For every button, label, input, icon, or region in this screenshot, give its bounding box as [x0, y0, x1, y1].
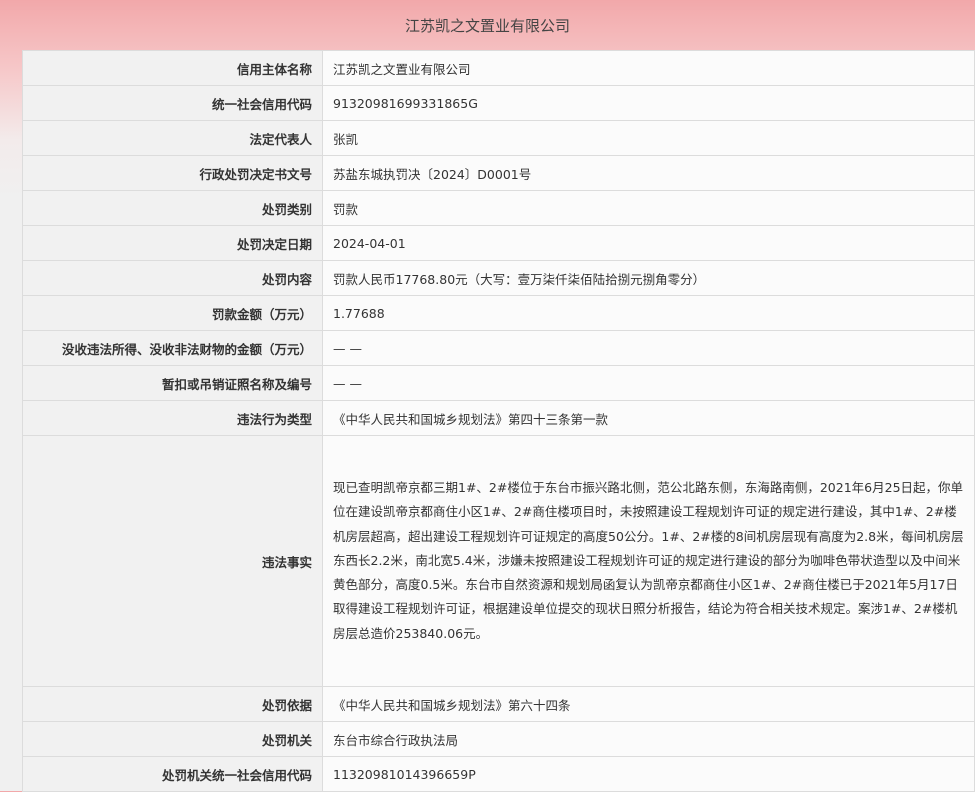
- row-value-fine-amount: 1.77688: [322, 295, 975, 331]
- row-value-legal-rep: 张凯: [322, 120, 975, 156]
- row-label-legal-rep: 法定代表人: [22, 120, 323, 156]
- row-value-license-revocation: — —: [322, 365, 975, 401]
- row-label-credit-subject: 信用主体名称: [22, 50, 323, 86]
- table-row: 处罚机关统一社会信用代码 11320981014396659P: [22, 756, 975, 792]
- table-row: 处罚机关 东台市综合行政执法局: [22, 721, 975, 757]
- row-label-penalty-basis: 处罚依据: [22, 686, 323, 722]
- penalty-info-table: 信用主体名称 江苏凯之文置业有限公司 统一社会信用代码 913209816993…: [22, 50, 975, 792]
- table-row: 违法行为类型 《中华人民共和国城乡规划法》第四十三条第一款: [22, 400, 975, 436]
- table-row: 统一社会信用代码 91320981699331865G: [22, 85, 975, 121]
- table-row: 行政处罚决定书文号 苏盐东城执罚决〔2024〕D0001号: [22, 155, 975, 191]
- page-title: 江苏凯之文置业有限公司: [404, 17, 570, 35]
- table-row: 处罚内容 罚款人民币17768.80元（大写：壹万柒仟柒佰陆拾捌元捌角零分）: [22, 260, 975, 296]
- row-label-penalty-type: 处罚类别: [22, 190, 323, 226]
- row-label-confiscation-amount: 没收违法所得、没收非法财物的金额（万元）: [22, 330, 323, 366]
- row-value-credit-code: 91320981699331865G: [322, 85, 975, 121]
- row-value-confiscation-amount: — —: [322, 330, 975, 366]
- row-value-violation-type: 《中华人民共和国城乡规划法》第四十三条第一款: [322, 400, 975, 436]
- row-value-penalty-content: 罚款人民币17768.80元（大写：壹万柒仟柒佰陆拾捌元捌角零分）: [322, 260, 975, 296]
- row-label-authority-credit-code: 处罚机关统一社会信用代码: [22, 756, 323, 792]
- row-label-credit-code: 统一社会信用代码: [22, 85, 323, 121]
- table-row: 没收违法所得、没收非法财物的金额（万元） — —: [22, 330, 975, 366]
- table-row: 罚款金额（万元） 1.77688: [22, 295, 975, 331]
- row-label-decision-date: 处罚决定日期: [22, 225, 323, 261]
- row-label-fine-amount: 罚款金额（万元）: [22, 295, 323, 331]
- row-value-authority-credit-code: 11320981014396659P: [322, 756, 975, 792]
- row-label-license-revocation: 暂扣或吊销证照名称及编号: [22, 365, 323, 401]
- row-value-penalty-basis: 《中华人民共和国城乡规划法》第六十四条: [322, 686, 975, 722]
- table-row: 处罚类别 罚款: [22, 190, 975, 226]
- table-row: 处罚依据 《中华人民共和国城乡规划法》第六十四条: [22, 686, 975, 722]
- row-value-credit-subject: 江苏凯之文置业有限公司: [322, 50, 975, 86]
- row-value-decision-date: 2024-04-01: [322, 225, 975, 261]
- row-label-decision-number: 行政处罚决定书文号: [22, 155, 323, 191]
- table-row: 法定代表人 张凯: [22, 120, 975, 156]
- row-value-penalty-type: 罚款: [322, 190, 975, 226]
- row-label-violation-facts: 违法事实: [22, 435, 323, 687]
- row-value-violation-facts: 现已查明凯帝京都三期1#、2#楼位于东台市振兴路北侧，范公北路东侧，东海路南侧，…: [322, 435, 975, 687]
- row-value-penalty-authority: 东台市综合行政执法局: [322, 721, 975, 757]
- row-value-decision-number: 苏盐东城执罚决〔2024〕D0001号: [322, 155, 975, 191]
- row-label-violation-type: 违法行为类型: [22, 400, 323, 436]
- table-row: 处罚决定日期 2024-04-01: [22, 225, 975, 261]
- table-row: 暂扣或吊销证照名称及编号 — —: [22, 365, 975, 401]
- table-row: 信用主体名称 江苏凯之文置业有限公司: [22, 50, 975, 86]
- row-label-penalty-content: 处罚内容: [22, 260, 323, 296]
- row-label-penalty-authority: 处罚机关: [22, 721, 323, 757]
- table-row: 违法事实 现已查明凯帝京都三期1#、2#楼位于东台市振兴路北侧，范公北路东侧，东…: [22, 435, 975, 687]
